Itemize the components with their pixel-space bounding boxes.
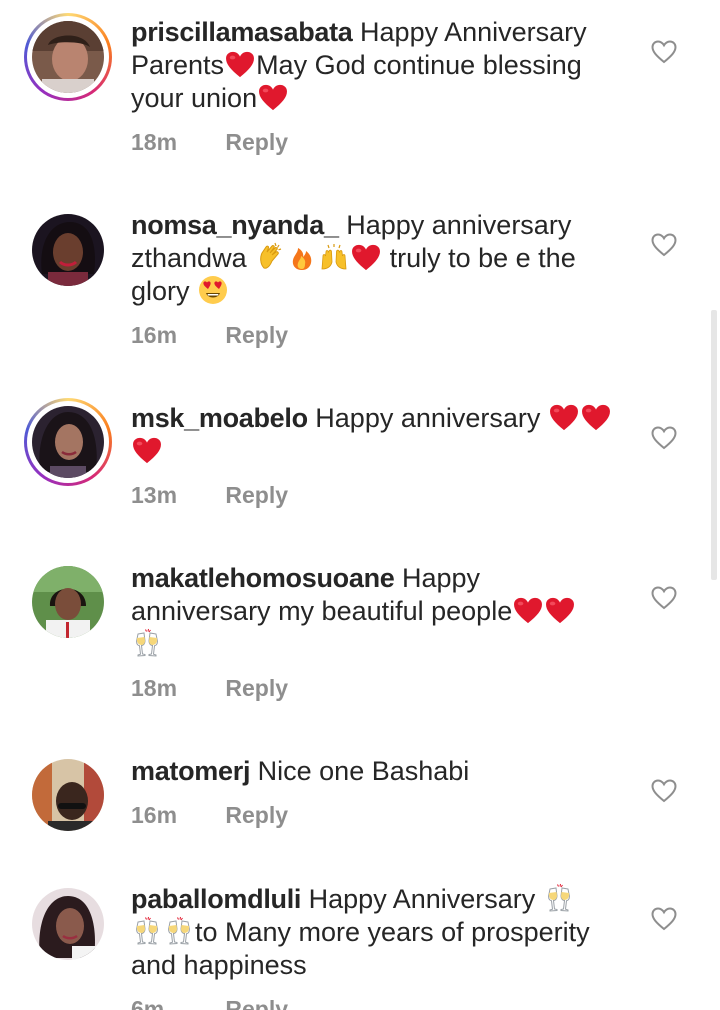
heart-outline-icon[interactable] bbox=[651, 426, 677, 450]
heart-outline-icon[interactable] bbox=[651, 233, 677, 257]
comment-timestamp: 18m bbox=[131, 675, 178, 701]
comment-meta: 6m Reply bbox=[131, 996, 288, 1010]
avatar[interactable] bbox=[24, 751, 112, 839]
reply-button[interactable]: Reply bbox=[225, 996, 288, 1010]
comment-username[interactable]: msk_moabelo bbox=[131, 403, 308, 433]
avatar-photo bbox=[32, 214, 104, 286]
comment-text: Happy anniversary bbox=[315, 403, 548, 433]
comment-meta: 18m Reply bbox=[131, 675, 288, 702]
comments-list: priscillamasabata Happy Anniversary Pare… bbox=[0, 0, 720, 1010]
comment-text: to Many more years of prosperity and hap… bbox=[131, 917, 590, 980]
scrollbar[interactable] bbox=[711, 310, 717, 580]
avatar[interactable] bbox=[24, 398, 112, 486]
clinking-glasses-emoji bbox=[164, 916, 194, 946]
red-heart-emoji bbox=[549, 404, 579, 431]
comment-username[interactable]: matomerj bbox=[131, 756, 250, 786]
heart-eyes-emoji bbox=[198, 275, 228, 305]
red-heart-emoji bbox=[581, 404, 611, 431]
comment-meta: 16m Reply bbox=[131, 322, 288, 349]
comment-username[interactable]: nomsa_nyanda_ bbox=[131, 210, 339, 240]
heart-outline-icon[interactable] bbox=[651, 779, 677, 803]
comment-meta: 13m Reply bbox=[131, 482, 288, 509]
comment-body: priscillamasabata Happy Anniversary Pare… bbox=[131, 16, 626, 115]
avatar-photo bbox=[32, 888, 104, 960]
comment-username[interactable]: makatlehomosuoane bbox=[131, 563, 395, 593]
red-heart-emoji bbox=[351, 244, 381, 271]
comment-timestamp: 13m bbox=[131, 482, 178, 508]
avatar[interactable] bbox=[24, 13, 112, 101]
raised-hands-emoji bbox=[319, 242, 349, 272]
comment-timestamp: 18m bbox=[131, 129, 178, 155]
avatar-photo bbox=[32, 406, 104, 478]
comment-username[interactable]: paballomdluli bbox=[131, 884, 301, 914]
comment-body: paballomdluli Happy Anniversary to Many … bbox=[131, 883, 626, 982]
comment-body: nomsa_nyanda_ Happy anniversary zthandwa… bbox=[131, 209, 626, 308]
reply-button[interactable]: Reply bbox=[225, 322, 288, 349]
clinking-glasses-emoji bbox=[132, 628, 162, 658]
reply-button[interactable]: Reply bbox=[225, 482, 288, 509]
red-heart-emoji bbox=[225, 51, 255, 78]
comment-timestamp: 16m bbox=[131, 322, 178, 348]
comment-body: matomerj Nice one Bashabi bbox=[131, 755, 626, 788]
comment-body: msk_moabelo Happy anniversary bbox=[131, 402, 626, 468]
comment-username[interactable]: priscillamasabata bbox=[131, 17, 353, 47]
comment-meta: 18m Reply bbox=[131, 129, 288, 156]
clinking-glasses-emoji bbox=[132, 916, 162, 946]
heart-outline-icon[interactable] bbox=[651, 586, 677, 610]
comment-timestamp: 6m bbox=[131, 996, 165, 1010]
fire-emoji bbox=[287, 242, 317, 272]
red-heart-emoji bbox=[132, 437, 162, 464]
avatar-photo bbox=[32, 759, 104, 831]
red-heart-emoji bbox=[545, 597, 575, 624]
avatar[interactable] bbox=[24, 880, 112, 968]
comment-body: makatlehomosuoane Happy anniversary my b… bbox=[131, 562, 626, 661]
red-heart-emoji bbox=[258, 84, 288, 111]
comment-meta: 16m Reply bbox=[131, 802, 288, 829]
avatar[interactable] bbox=[24, 206, 112, 294]
avatar-photo bbox=[32, 21, 104, 93]
reply-button[interactable]: Reply bbox=[225, 802, 288, 829]
heart-outline-icon[interactable] bbox=[651, 40, 677, 64]
reply-button[interactable]: Reply bbox=[225, 675, 288, 702]
red-heart-emoji bbox=[513, 597, 543, 624]
clapping-hands-emoji bbox=[255, 242, 285, 272]
comment-text: Happy Anniversary bbox=[308, 884, 543, 914]
comment-timestamp: 16m bbox=[131, 802, 178, 828]
reply-button[interactable]: Reply bbox=[225, 129, 288, 156]
comment-text: Nice one Bashabi bbox=[257, 756, 470, 786]
avatar[interactable] bbox=[24, 558, 112, 646]
clinking-glasses-emoji bbox=[544, 883, 574, 913]
heart-outline-icon[interactable] bbox=[651, 907, 677, 931]
avatar-photo bbox=[32, 566, 104, 638]
